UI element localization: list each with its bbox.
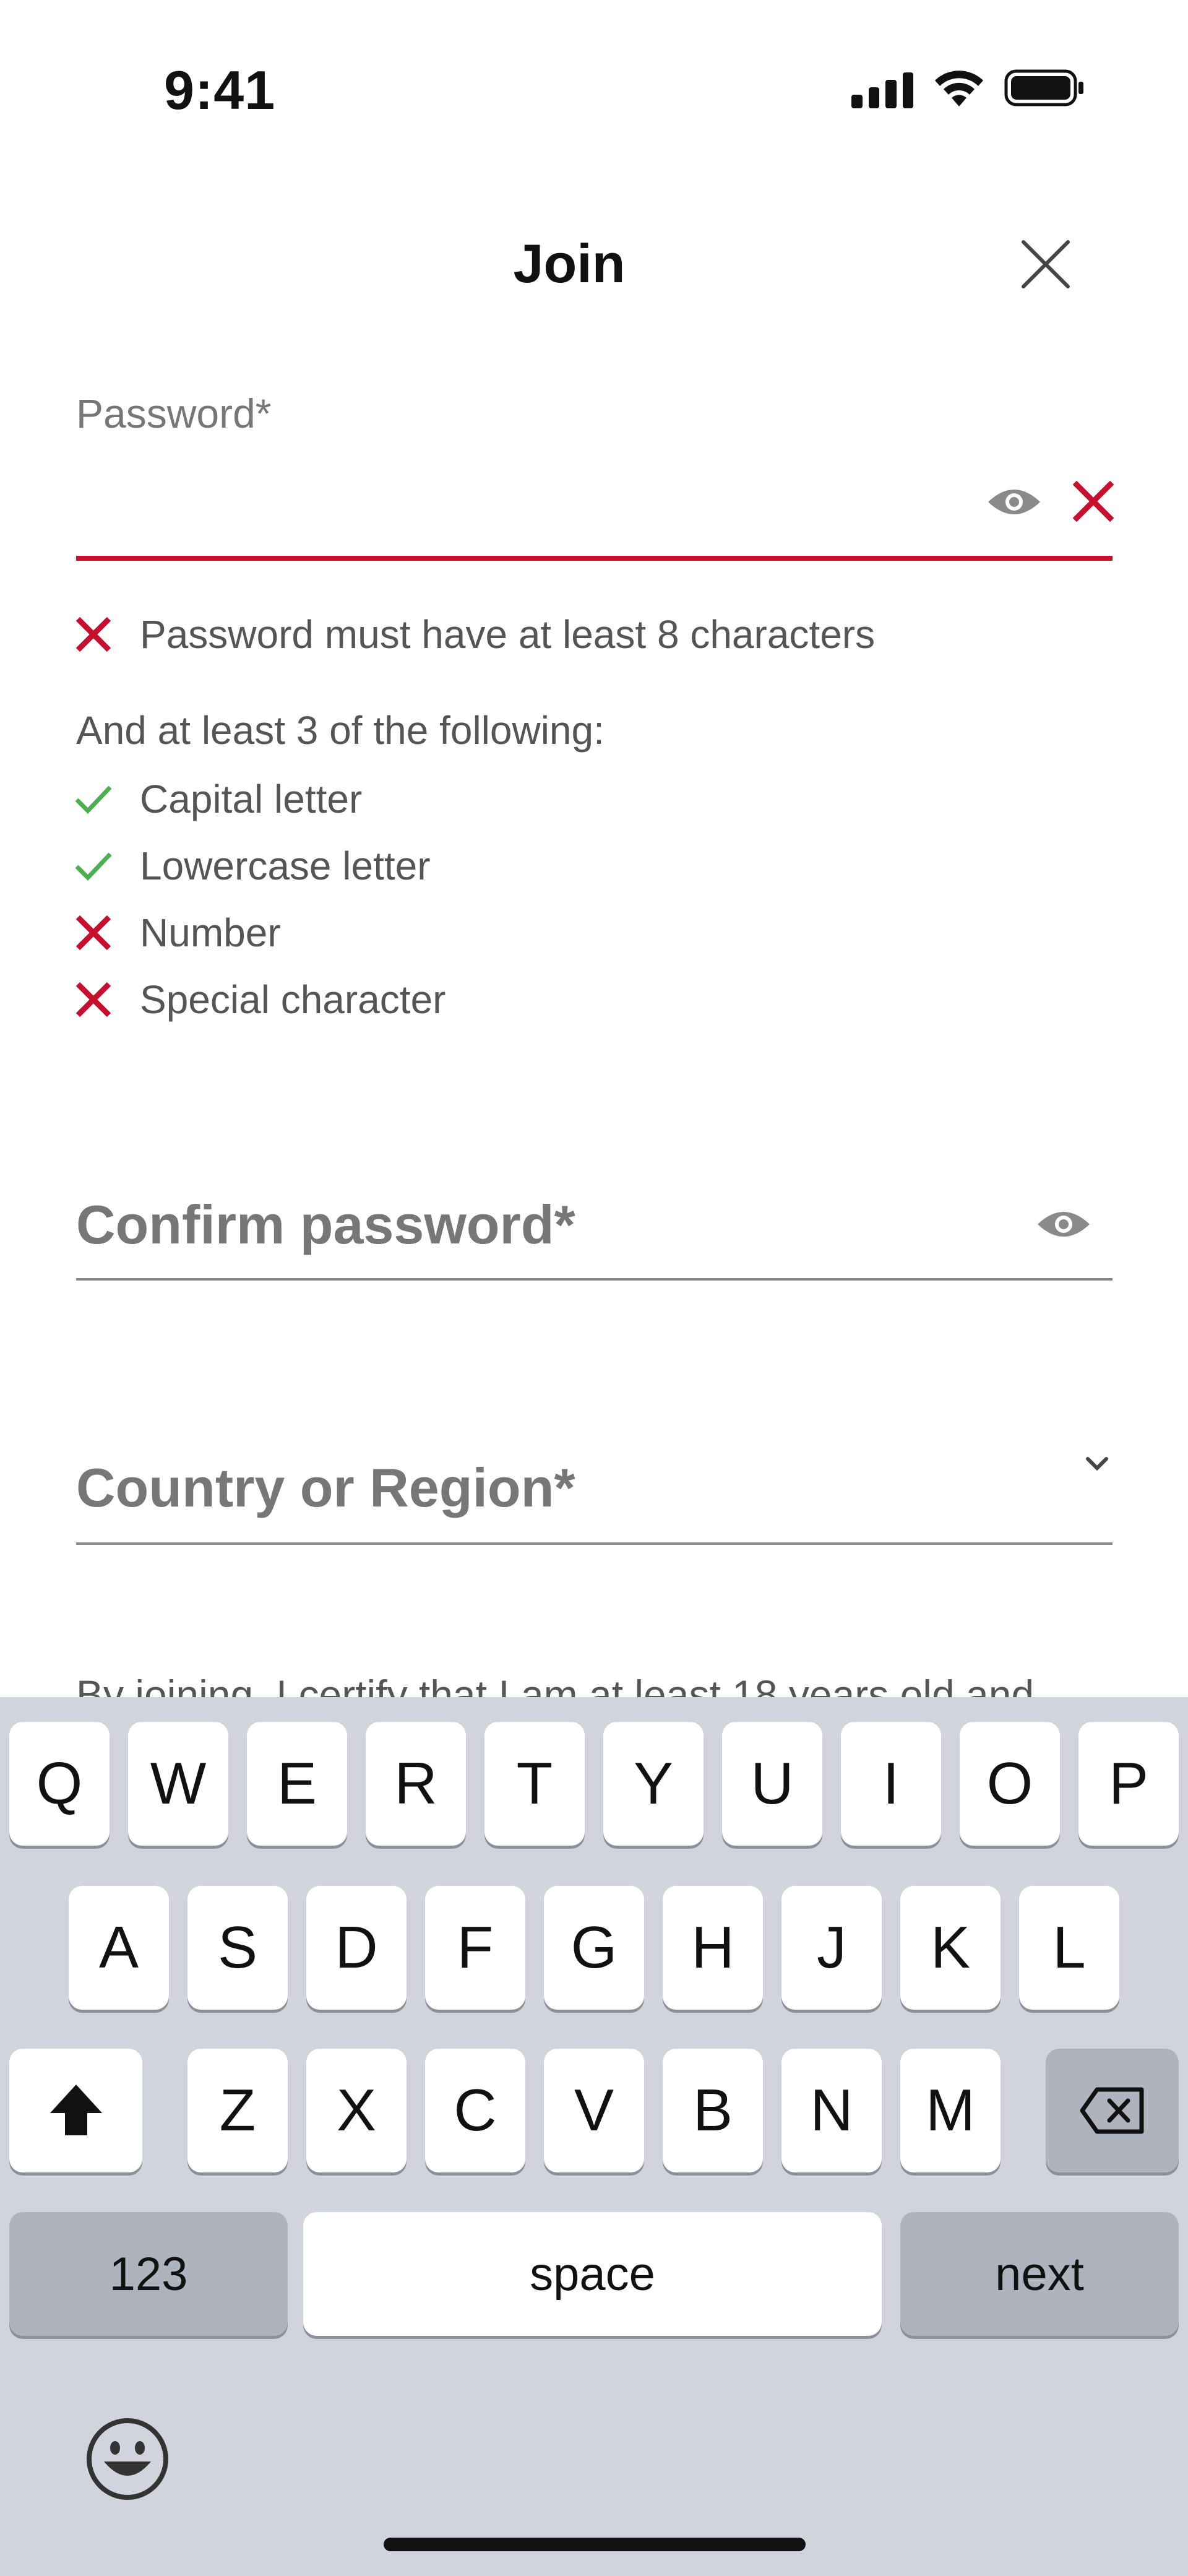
requirement-length-text: Password must have at least 8 characters (140, 612, 876, 657)
backspace-key[interactable] (1046, 2049, 1179, 2172)
fail-x-icon (75, 982, 111, 1018)
key-r[interactable]: R (366, 1722, 466, 1846)
key-c[interactable]: C (425, 2049, 525, 2172)
page-title: Join (513, 233, 626, 294)
requirement-subheading: And at least 3 of the following: (76, 708, 605, 753)
battery-icon (1004, 69, 1083, 106)
key-b[interactable]: B (663, 2049, 763, 2172)
fail-x-icon (75, 616, 111, 652)
rule-item: Number (73, 910, 281, 956)
key-d[interactable]: D (306, 1886, 407, 2010)
close-icon[interactable] (1020, 238, 1072, 290)
confirm-password-underline (76, 1278, 1113, 1281)
show-confirm-password-icon[interactable] (1036, 1207, 1091, 1242)
next-key[interactable]: next (900, 2212, 1179, 2336)
space-key[interactable]: space (303, 2212, 882, 2336)
key-l[interactable]: L (1019, 1886, 1119, 2010)
wifi-icon (935, 71, 983, 106)
backspace-icon (1080, 2087, 1143, 2134)
key-o[interactable]: O (960, 1722, 1060, 1846)
key-z[interactable]: Z (187, 2049, 288, 2172)
key-s[interactable]: S (187, 1886, 288, 2010)
fail-x-icon (75, 915, 111, 951)
check-icon (75, 852, 112, 881)
requirement-length: Password must have at least 8 characters (73, 612, 875, 657)
key-a[interactable]: A (69, 1886, 169, 2010)
key-p[interactable]: P (1078, 1722, 1179, 1846)
rule-item: Lowercase letter (73, 843, 431, 889)
emoji-icon[interactable] (85, 2417, 170, 2501)
key-w[interactable]: W (128, 1722, 228, 1846)
rule-label: Number (140, 910, 281, 955)
numbers-key[interactable]: 123 (9, 2212, 288, 2336)
key-i[interactable]: I (841, 1722, 941, 1846)
key-x[interactable]: X (306, 2049, 407, 2172)
key-v[interactable]: V (544, 2049, 644, 2172)
key-k[interactable]: K (900, 1886, 1001, 2010)
rule-item: Capital letter (73, 776, 362, 822)
password-underline-error (76, 556, 1113, 561)
clear-field-icon[interactable] (1073, 481, 1114, 522)
key-h[interactable]: H (663, 1886, 763, 2010)
check-icon (75, 785, 112, 815)
country-underline (76, 1542, 1113, 1545)
chevron-down-icon[interactable] (1082, 1451, 1113, 1476)
password-input[interactable] (76, 446, 973, 551)
key-m[interactable]: M (900, 2049, 1001, 2172)
shift-icon (50, 2085, 102, 2135)
legal-text: By joining, I certify that I am at least… (76, 1672, 1035, 1697)
key-u[interactable]: U (722, 1722, 822, 1846)
key-g[interactable]: G (544, 1886, 644, 2010)
cellular-signal-icon (851, 71, 913, 108)
show-password-icon[interactable] (986, 485, 1042, 519)
rule-label: Capital letter (140, 777, 363, 821)
password-label: Password* (76, 391, 272, 436)
rule-label: Lowercase letter (140, 844, 431, 888)
shift-key[interactable] (9, 2049, 142, 2172)
key-y[interactable]: Y (603, 1722, 704, 1846)
key-q[interactable]: Q (9, 1722, 110, 1846)
country-select[interactable]: Country or Region* (76, 1456, 575, 1519)
rule-label: Special character (140, 977, 446, 1022)
key-j[interactable]: J (781, 1886, 882, 2010)
key-t[interactable]: T (484, 1722, 585, 1846)
key-f[interactable]: F (425, 1886, 525, 2010)
rule-item: Special character (73, 977, 446, 1022)
key-e[interactable]: E (247, 1722, 347, 1846)
keyboard: Q W E R T Y U I O P A S D F G H J K L Z … (0, 1697, 1188, 2576)
confirm-password-input[interactable]: Confirm password* (76, 1193, 575, 1256)
key-n[interactable]: N (781, 2049, 882, 2172)
home-indicator (384, 2538, 806, 2551)
status-time: 9:41 (164, 59, 276, 121)
